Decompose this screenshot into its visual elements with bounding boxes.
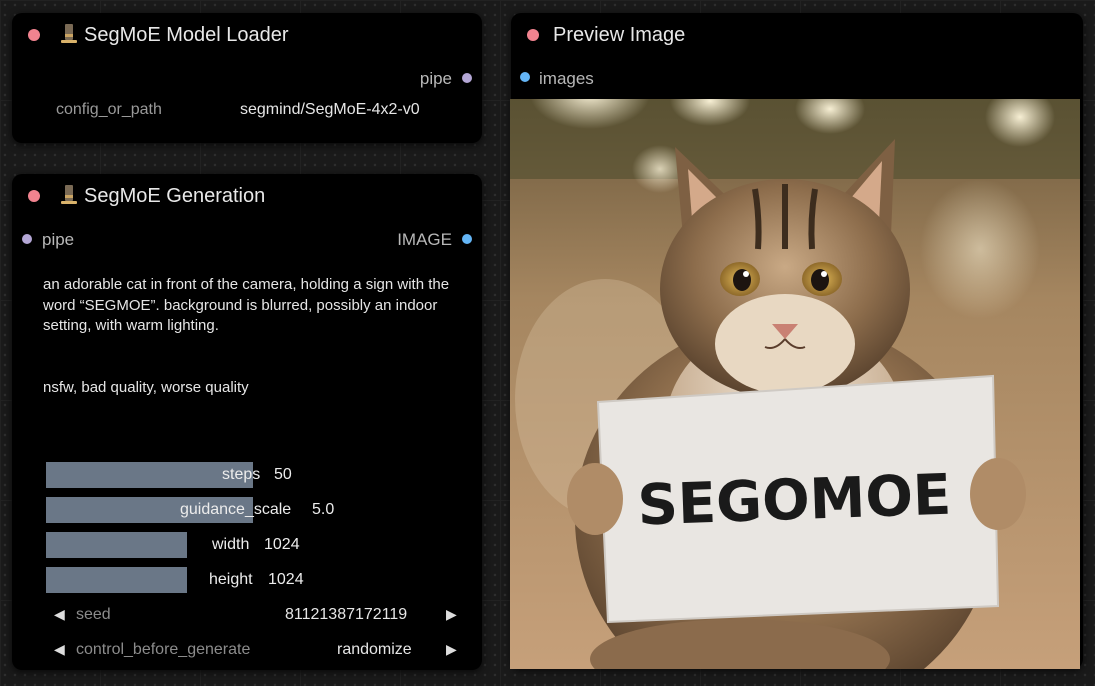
segmoe-generation-node[interactable]: SegMoE Generation pipe IMAGE an adorable… [12,174,482,670]
steps-slider[interactable]: steps 50 [46,462,486,488]
width-label: width [212,536,250,553]
steps-value: 50 [274,466,292,483]
generated-cat-image: SEGOMOE [510,99,1080,669]
control-before-generate-value[interactable]: randomize [337,641,412,659]
input-pipe-label: pipe [42,230,75,249]
width-value: 1024 [264,536,300,553]
control-before-generate-widget[interactable]: ◀ control_before_generate randomize ▶ [46,637,466,663]
node-title-bar[interactable]: Preview Image [511,13,1083,57]
height-value: 1024 [268,571,304,588]
width-slider[interactable]: width 1024 [46,532,486,558]
config-or-path-label: config_or_path [56,101,162,118]
guidance-scale-slider[interactable]: guidance_scale 5.0 [46,497,486,523]
node-title-bar[interactable]: SegMoE Model Loader [12,13,482,57]
input-pipe-slot[interactable] [22,234,32,244]
node-title: SegMoE Generation [84,185,266,207]
node-status-dot[interactable] [527,29,539,41]
seed-increment-icon[interactable]: ▶ [446,606,457,623]
seed-label: seed [76,606,111,623]
height-slider[interactable]: height 1024 [46,567,486,593]
top-hat-icon [61,24,77,46]
preview-image-node[interactable]: Preview Image images SEGOMOE [510,13,1083,669]
positive-prompt-textarea[interactable]: an adorable cat in front of the camera, … [43,275,463,337]
output-image-label: IMAGE [397,230,452,249]
top-hat-icon [61,185,77,207]
sign-text: SEGOMOE [636,463,952,539]
slider-fill [46,567,187,593]
guidance-scale-value: 5.0 [312,501,335,518]
output-image-slot[interactable] [462,234,472,244]
seed-widget[interactable]: ◀ seed 81121387172119 ▶ [46,602,466,628]
output-pipe-label: pipe [419,69,452,88]
segmoe-model-loader-node[interactable]: SegMoE Model Loader pipe config_or_path … [12,13,482,143]
seed-value[interactable]: 81121387172119 [285,606,407,624]
node-title: Preview Image [553,24,686,46]
output-pipe-slot[interactable] [462,73,472,83]
guidance-scale-label: guidance_scale [180,501,292,518]
preview-image[interactable]: SEGOMOE [510,99,1080,669]
slider-fill [46,532,187,558]
control-prev-icon[interactable]: ◀ [54,641,65,658]
height-label: height [209,571,253,588]
control-next-icon[interactable]: ▶ [446,641,457,658]
negative-prompt-textarea[interactable]: nsfw, bad quality, worse quality [43,378,463,399]
node-status-dot[interactable] [28,29,40,41]
seed-decrement-icon[interactable]: ◀ [54,606,65,623]
control-before-generate-label: control_before_generate [76,641,251,658]
input-images-label: images [539,69,594,88]
node-title-bar[interactable]: SegMoE Generation [12,174,482,218]
node-status-dot[interactable] [28,190,40,202]
config-or-path-value[interactable]: segmind/SegMoE-4x2-v0 [240,101,420,119]
steps-label: steps [222,466,261,483]
node-title: SegMoE Model Loader [84,24,289,46]
input-images-slot[interactable] [520,72,530,82]
